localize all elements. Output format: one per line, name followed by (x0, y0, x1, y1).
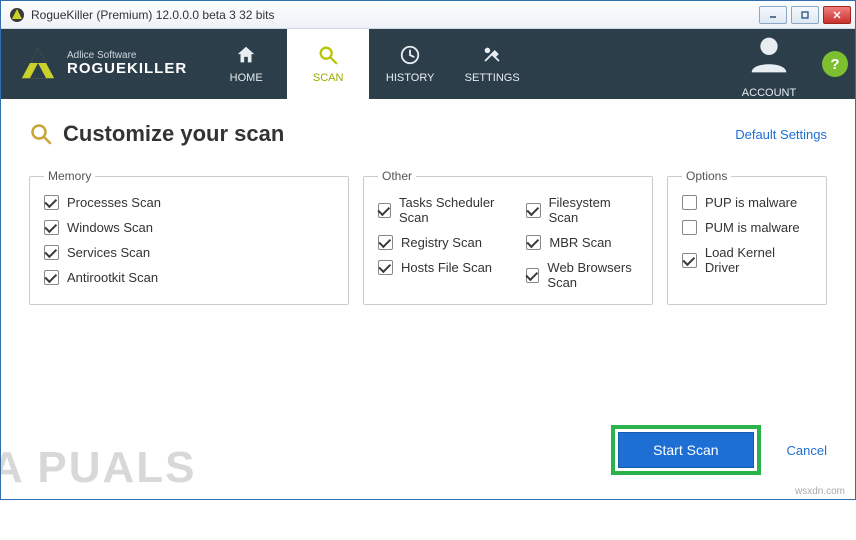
check-label: Filesystem Scan (549, 195, 638, 225)
tab-home-label: HOME (230, 72, 263, 84)
check-label: Tasks Scheduler Scan (399, 195, 498, 225)
checkbox-icon (44, 245, 59, 260)
check-label: Windows Scan (67, 220, 153, 235)
checkbox-icon (682, 220, 697, 235)
titlebar: RogueKiller (Premium) 12.0.0.0 beta 3 32… (1, 1, 855, 29)
app-icon (9, 7, 25, 23)
check-label: PUM is malware (705, 220, 800, 235)
account-icon (743, 29, 795, 81)
checkbox-icon (378, 235, 393, 250)
check-label: Services Scan (67, 245, 150, 260)
checkbox-icon (378, 203, 391, 218)
check-web-browsers-scan[interactable]: Web Browsers Scan (526, 260, 638, 290)
check-label: MBR Scan (549, 235, 611, 250)
tab-history[interactable]: HISTORY (369, 29, 451, 99)
tab-history-label: HISTORY (386, 72, 435, 84)
brand-line2: ROGUEKILLER (67, 61, 187, 78)
checkbox-icon (682, 195, 697, 210)
check-label: Antirootkit Scan (67, 270, 158, 285)
cancel-link[interactable]: Cancel (787, 443, 827, 458)
tab-home[interactable]: HOME (205, 29, 287, 99)
checkbox-icon (682, 253, 697, 268)
check-label: Web Browsers Scan (547, 260, 638, 290)
checkbox-icon (44, 220, 59, 235)
window-controls (759, 6, 851, 24)
group-memory-legend: Memory (44, 169, 95, 183)
group-other-legend: Other (378, 169, 416, 183)
check-filesystem-scan[interactable]: Filesystem Scan (526, 195, 638, 225)
checkbox-icon (526, 235, 541, 250)
brand-text: Adlice Software ROGUEKILLER (67, 50, 187, 78)
tab-account-label: ACCOUNT (742, 87, 796, 99)
content: Customize your scan Default Settings Mem… (1, 99, 855, 499)
check-antirootkit-scan[interactable]: Antirootkit Scan (44, 270, 334, 285)
start-scan-button[interactable]: Start Scan (618, 432, 753, 468)
app-window: RogueKiller (Premium) 12.0.0.0 beta 3 32… (0, 0, 856, 500)
check-windows-scan[interactable]: Windows Scan (44, 220, 334, 235)
check-label: PUP is malware (705, 195, 797, 210)
check-tasks-scheduler-scan[interactable]: Tasks Scheduler Scan (378, 195, 498, 225)
tab-settings-label: SETTINGS (465, 72, 520, 84)
watermark-small: wsxdn.com (795, 486, 845, 497)
check-hosts-file-scan[interactable]: Hosts File Scan (378, 260, 498, 275)
top-nav: Adlice Software ROGUEKILLER HOME SCAN HI… (1, 29, 855, 99)
group-memory: Memory Processes Scan Windows Scan Servi… (29, 169, 349, 305)
groups: Memory Processes Scan Windows Scan Servi… (29, 169, 827, 305)
default-settings-link[interactable]: Default Settings (735, 127, 827, 142)
checkbox-icon (526, 203, 540, 218)
tab-scan-label: SCAN (313, 72, 344, 84)
maximize-button[interactable] (791, 6, 819, 24)
window-title: RogueKiller (Premium) 12.0.0.0 beta 3 32… (31, 8, 759, 22)
check-load-kernel-driver[interactable]: Load Kernel Driver (682, 245, 812, 275)
check-label: Processes Scan (67, 195, 161, 210)
help-area: ? (815, 29, 855, 99)
check-mbr-scan[interactable]: MBR Scan (526, 235, 638, 250)
check-label: Load Kernel Driver (705, 245, 812, 275)
close-button[interactable] (823, 6, 851, 24)
check-services-scan[interactable]: Services Scan (44, 245, 334, 260)
check-label: Registry Scan (401, 235, 482, 250)
group-other: Other Tasks Scheduler Scan Registry Scan… (363, 169, 653, 305)
brand: Adlice Software ROGUEKILLER (1, 29, 205, 99)
help-button[interactable]: ? (822, 51, 848, 77)
group-options: Options PUP is malware PUM is malware Lo… (667, 169, 827, 305)
checkbox-icon (44, 195, 59, 210)
tab-settings[interactable]: SETTINGS (451, 29, 533, 99)
check-label: Hosts File Scan (401, 260, 492, 275)
history-icon (399, 44, 421, 66)
page-title-wrap: Customize your scan (29, 121, 284, 147)
logo-icon (19, 45, 57, 83)
tab-scan[interactable]: SCAN (287, 29, 369, 99)
settings-icon (481, 44, 503, 66)
check-registry-scan[interactable]: Registry Scan (378, 235, 498, 250)
start-scan-highlight: Start Scan (611, 425, 760, 475)
watermark: A PUALS (0, 443, 197, 493)
group-options-legend: Options (682, 169, 731, 183)
check-pum-is-malware[interactable]: PUM is malware (682, 220, 812, 235)
search-icon (317, 44, 339, 66)
checkbox-icon (526, 268, 539, 283)
home-icon (235, 44, 257, 66)
page-title: Customize your scan (63, 121, 284, 147)
checkbox-icon (44, 270, 59, 285)
header-row: Customize your scan Default Settings (29, 121, 827, 147)
check-processes-scan[interactable]: Processes Scan (44, 195, 334, 210)
minimize-button[interactable] (759, 6, 787, 24)
check-pup-is-malware[interactable]: PUP is malware (682, 195, 812, 210)
tabs: HOME SCAN HISTORY SETTINGS (205, 29, 533, 99)
search-icon (29, 122, 53, 146)
tab-account[interactable]: ACCOUNT (723, 29, 815, 99)
checkbox-icon (378, 260, 393, 275)
footer-row: Start Scan Cancel (611, 425, 827, 475)
